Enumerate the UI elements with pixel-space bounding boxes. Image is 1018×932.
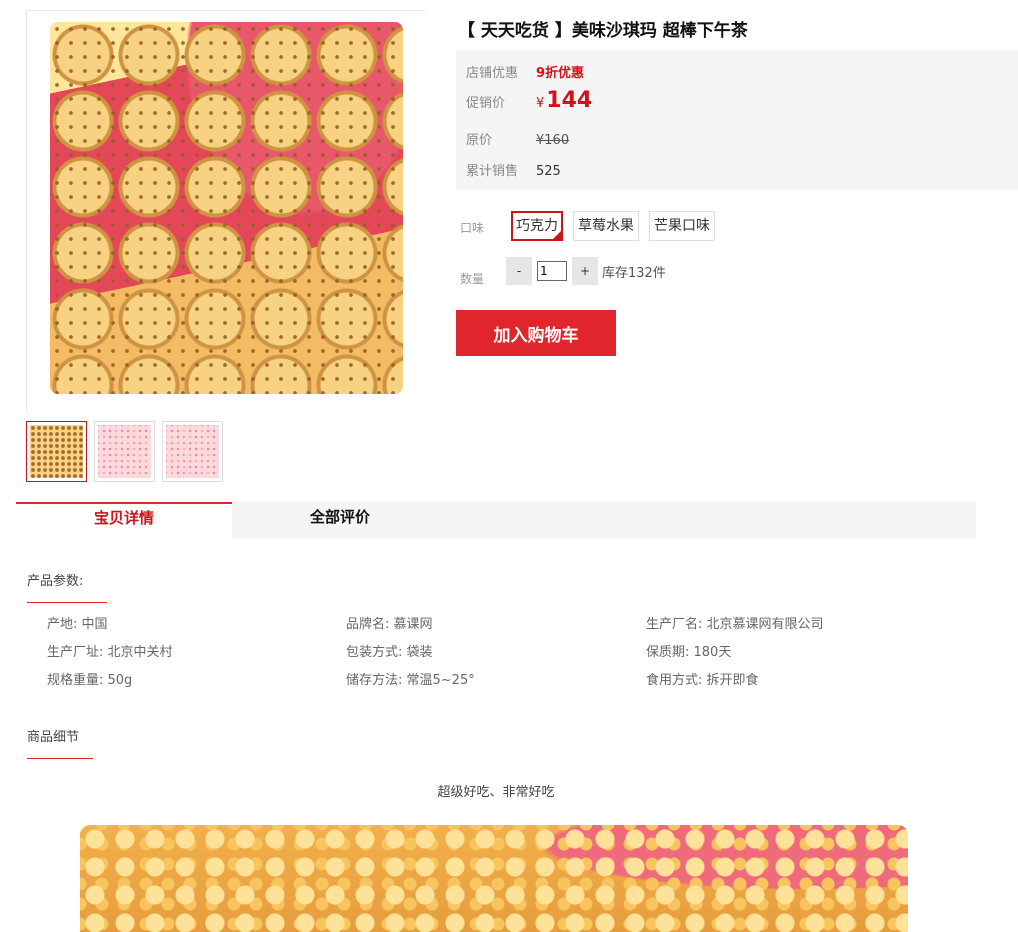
detail-title: 商品细节	[27, 730, 80, 745]
original-price-label: 原价	[466, 133, 493, 148]
shop-promo-label: 店铺优惠	[466, 66, 519, 81]
quantity-label: 数量	[460, 272, 485, 286]
main-product-image	[26, 10, 426, 410]
params-divider	[27, 602, 107, 603]
param-origin: 产地: 中国	[47, 617, 108, 632]
flavor-option-mango[interactable]: 芒果口味	[649, 211, 715, 241]
add-to-cart-button[interactable]: 加入购物车	[456, 310, 616, 356]
quantity-stepper: - + 库存132件	[506, 257, 666, 285]
tab-product-details[interactable]: 宝贝详情	[16, 502, 232, 538]
quantity-decrease-button[interactable]: -	[506, 257, 532, 285]
sales-label: 累计销售	[466, 164, 519, 179]
detail-photo-icon	[80, 825, 908, 932]
thumbnail-2[interactable]	[94, 421, 155, 482]
promo-price: 144	[546, 88, 593, 113]
flavor-options: 巧克力 草莓水果 芒果口味	[511, 211, 715, 241]
param-storage: 储存方法: 常温5~25°	[346, 673, 475, 688]
flavor-option-strawberry[interactable]: 草莓水果	[573, 211, 639, 241]
price-panel: 店铺优惠 9折优惠 促销价 ¥ 144 原价 ¥160 累计销售 525	[456, 50, 1018, 190]
product-description: 超级好吃、非常好吃	[437, 785, 555, 800]
param-factory-address: 生产厂址: 北京中关村	[47, 645, 173, 660]
sales-value: 525	[536, 164, 561, 179]
promo-price-label: 促销价	[466, 96, 506, 111]
shop-promo-value: 9折优惠	[536, 66, 585, 81]
selected-check-icon	[552, 230, 562, 240]
param-shelf-life: 保质期: 180天	[646, 645, 732, 660]
param-brand: 品牌名: 慕课网	[346, 617, 433, 632]
params-title: 产品参数:	[27, 574, 84, 589]
snack-photo-icon	[50, 22, 403, 394]
product-title: 【 天天吃货 】美味沙琪玛 超棒下午茶	[458, 21, 748, 41]
flavor-option-chocolate[interactable]: 巧克力	[511, 211, 563, 241]
tab-all-reviews[interactable]: 全部评价	[232, 502, 448, 538]
currency-symbol: ¥	[536, 96, 545, 111]
param-usage: 食用方式: 拆开即食	[646, 673, 759, 688]
flavor-label: 口味	[460, 221, 485, 235]
quantity-input[interactable]	[537, 261, 567, 281]
quantity-increase-button[interactable]: +	[572, 257, 598, 285]
param-packaging: 包装方式: 袋装	[346, 645, 433, 660]
detail-divider	[27, 758, 93, 759]
detail-tab-bar: 宝贝详情 全部评价	[16, 502, 976, 538]
thumbnail-3[interactable]	[162, 421, 223, 482]
stock-text: 库存132件	[602, 265, 666, 281]
param-manufacturer: 生产厂名: 北京慕课网有限公司	[646, 617, 824, 632]
thumbnail-strip	[26, 421, 223, 482]
original-price: ¥160	[536, 133, 570, 148]
param-weight: 规格重量: 50g	[47, 673, 133, 688]
thumbnail-1[interactable]	[26, 421, 87, 482]
